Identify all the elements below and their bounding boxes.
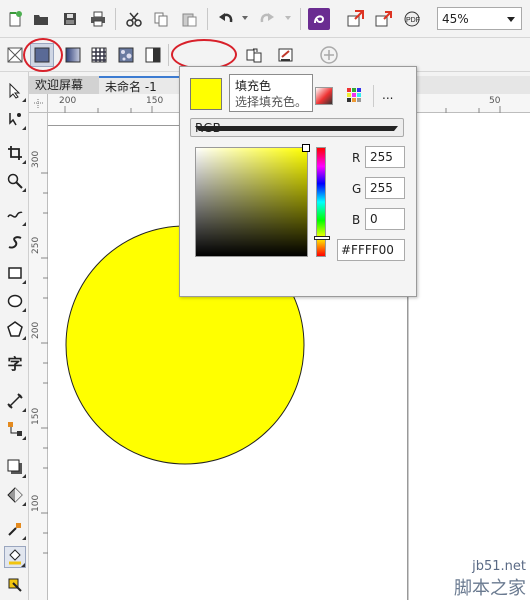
edit-fill-icon[interactable]: [275, 44, 297, 66]
zoom-level-select[interactable]: 45%: [437, 7, 522, 30]
channel-label-b: B: [352, 213, 361, 227]
cut-icon[interactable]: [123, 8, 145, 30]
ruler-origin[interactable]: [29, 94, 48, 113]
watermark-name: 脚本之家: [454, 578, 526, 599]
rectangle-tool-icon[interactable]: [4, 262, 26, 284]
ruler-label: 150: [31, 407, 41, 425]
hue-slider[interactable]: [314, 147, 330, 257]
chevron-down-icon: [507, 17, 515, 22]
paste-icon[interactable]: [178, 8, 200, 30]
save-icon[interactable]: [59, 8, 81, 30]
ruler-label: 100: [31, 494, 41, 512]
ruler-label: 150: [146, 96, 164, 106]
vector-pattern-fill-icon[interactable]: [88, 44, 110, 66]
print-icon[interactable]: [87, 8, 109, 30]
undo-dropdown-icon[interactable]: [242, 16, 248, 20]
crop-tool-icon[interactable]: [4, 142, 26, 164]
tooltip-description: 选择填充色。: [235, 95, 308, 109]
corel-app-launcher-icon[interactable]: [308, 8, 330, 30]
connector-tool-icon[interactable]: [4, 418, 26, 440]
tooltip-title: 填充色: [235, 79, 272, 93]
color-viewer-icon[interactable]: [315, 87, 333, 105]
fountain-fill-icon[interactable]: [62, 44, 84, 66]
export-icon[interactable]: [373, 8, 395, 30]
ellipse-tool-icon[interactable]: [4, 290, 26, 312]
chevron-down-icon: [195, 126, 398, 131]
ruler-label: 250: [31, 236, 41, 254]
open-icon[interactable]: [30, 8, 52, 30]
blue-value-field[interactable]: 0: [365, 208, 405, 230]
more-options-button[interactable]: ...: [382, 88, 393, 102]
color-model-select[interactable]: RGB: [190, 118, 404, 137]
zoom-level-value: 45%: [442, 12, 469, 26]
tab-welcome-screen[interactable]: 欢迎屏幕: [29, 76, 99, 94]
red-value-field[interactable]: 255: [365, 146, 405, 168]
ruler-label: 300: [31, 150, 41, 168]
color-palettes-icon[interactable]: [346, 87, 362, 103]
postscript-fill-icon[interactable]: [142, 44, 164, 66]
copy-fill-icon[interactable]: [243, 44, 265, 66]
color-picker-handle[interactable]: [302, 144, 310, 152]
watermark-site: jb51.net: [472, 559, 526, 574]
artistic-media-tool-icon[interactable]: [4, 232, 26, 254]
smart-fill-tool-icon[interactable]: [4, 574, 26, 596]
channel-label-r: R: [352, 151, 361, 165]
copy-icon[interactable]: [150, 8, 172, 30]
tooltip: 填充色 选择填充色。: [229, 74, 313, 112]
vertical-ruler[interactable]: 300 250 200 150 100: [29, 113, 48, 600]
interactive-fill-tool-icon[interactable]: [4, 546, 26, 568]
pick-tool-icon[interactable]: [4, 80, 26, 102]
drop-shadow-tool-icon[interactable]: [4, 456, 26, 478]
green-value-field[interactable]: 255: [365, 177, 405, 199]
parallel-dimension-tool-icon[interactable]: [4, 390, 26, 412]
new-document-icon[interactable]: [4, 8, 26, 30]
redo-dropdown-icon[interactable]: [285, 16, 291, 20]
redo-icon[interactable]: [256, 8, 278, 30]
hex-value-field[interactable]: #FFFF00: [337, 239, 405, 261]
ruler-label: 200: [31, 321, 41, 339]
add-preset-icon[interactable]: [318, 44, 340, 66]
highlight-ring: [23, 38, 63, 72]
color-eyedropper-tool-icon[interactable]: [4, 518, 26, 540]
svg-text:PDF: PDF: [406, 17, 420, 24]
import-icon[interactable]: [345, 8, 367, 30]
text-tool-icon[interactable]: 字: [4, 352, 26, 374]
freehand-tool-icon[interactable]: [4, 204, 26, 226]
undo-icon[interactable]: [215, 8, 237, 30]
standard-toolbar: PDF 45%: [0, 0, 530, 38]
transparency-tool-icon[interactable]: [4, 484, 26, 506]
ruler-label: 50: [489, 96, 501, 106]
ruler-label: 200: [59, 96, 77, 106]
hue-slider-handle[interactable]: [314, 236, 330, 240]
current-color-preview: [190, 78, 222, 110]
color-picker-area[interactable]: [195, 144, 310, 257]
shape-tool-icon[interactable]: [4, 108, 26, 130]
publish-pdf-icon[interactable]: PDF: [401, 8, 423, 30]
toolbox: 字: [0, 72, 29, 600]
polygon-tool-icon[interactable]: [4, 318, 26, 340]
zoom-tool-icon[interactable]: [4, 170, 26, 192]
texture-fill-icon[interactable]: [115, 44, 137, 66]
channel-label-g: G: [352, 182, 362, 196]
